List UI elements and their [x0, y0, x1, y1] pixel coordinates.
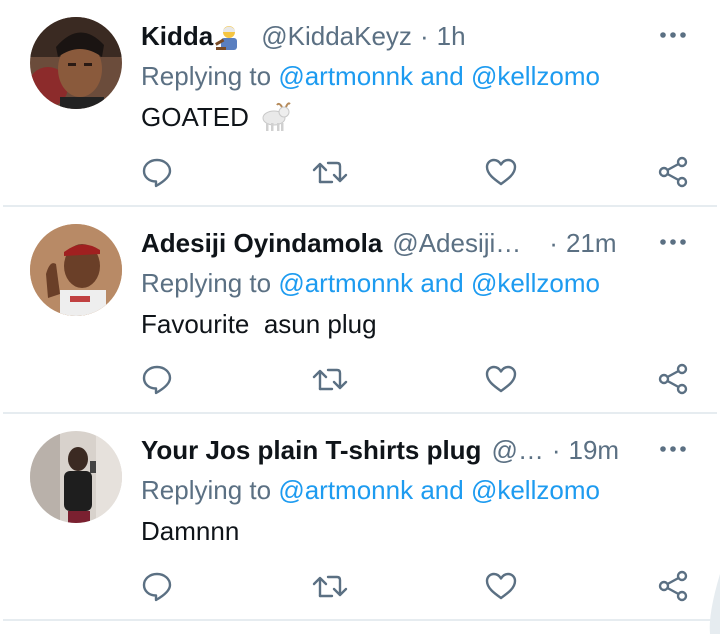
replying-to: Replying to @artmonnk and @kellzomo	[141, 58, 600, 94]
tweet[interactable]: Your Jos plain T-shirts plug @… · 19m Re…	[0, 414, 720, 621]
display-name[interactable]: Adesiji Oyindamola	[141, 223, 382, 263]
avatar[interactable]	[30, 224, 122, 316]
divider	[3, 619, 717, 621]
mention-conjunction: and	[420, 268, 464, 298]
mention-link[interactable]: @artmonnk	[278, 61, 413, 91]
display-name[interactable]: Kidda	[141, 16, 213, 56]
retweet-icon[interactable]	[310, 566, 350, 606]
reply-icon[interactable]	[137, 152, 177, 192]
share-icon[interactable]	[653, 566, 693, 606]
retweet-icon[interactable]	[310, 152, 350, 192]
mention-conjunction: and	[420, 475, 464, 505]
replies-feed: Kidda @KiddaKeyz · 1h Replying to @artmo…	[0, 0, 720, 621]
goat-emoji	[257, 102, 291, 132]
replying-prefix: Replying to	[141, 475, 272, 505]
replying-prefix: Replying to	[141, 268, 272, 298]
mention-link[interactable]: @kellzomo	[471, 61, 600, 91]
tweet-text: Favourite asun plug	[141, 309, 377, 339]
replying-to: Replying to @artmonnk and @kellzomo	[141, 265, 600, 301]
separator-dot: ·	[419, 21, 429, 51]
scrollbar-edge	[706, 574, 720, 634]
heart-icon[interactable]	[481, 566, 521, 606]
tweet-text-content: GOATED	[141, 102, 249, 132]
reply-icon[interactable]	[137, 359, 177, 399]
display-name[interactable]: Your Jos plain T-shirts plug	[141, 430, 481, 470]
tweet-actions	[0, 359, 720, 399]
reply-icon[interactable]	[137, 566, 177, 606]
tweet-header: Your Jos plain T-shirts plug @… · 19m	[141, 430, 690, 470]
tweet[interactable]: Kidda @KiddaKeyz · 1h Replying to @artmo…	[0, 0, 720, 207]
retweet-icon[interactable]	[310, 359, 350, 399]
replying-to: Replying to @artmonnk and @kellzomo	[141, 472, 600, 508]
replying-prefix: Replying to	[141, 61, 272, 91]
share-icon[interactable]	[653, 152, 693, 192]
more-dots-icon[interactable]	[658, 235, 688, 247]
more-dots-icon[interactable]	[658, 28, 688, 40]
mention-conjunction: and	[420, 61, 464, 91]
handle[interactable]: @…	[491, 430, 543, 470]
avatar[interactable]	[30, 17, 122, 109]
tweet-header: Kidda @KiddaKeyz · 1h	[141, 16, 690, 56]
avatar[interactable]	[30, 431, 122, 523]
timestamp[interactable]: 1h	[437, 16, 466, 56]
mention-link[interactable]: @kellzomo	[471, 268, 600, 298]
heart-icon[interactable]	[481, 152, 521, 192]
tweet[interactable]: Adesiji Oyindamola @Adesiji… · 21m Reply…	[0, 207, 720, 414]
handle[interactable]: @KiddaKeyz	[261, 16, 412, 56]
tweet-header: Adesiji Oyindamola @Adesiji… · 21m	[141, 223, 690, 263]
mention-link[interactable]: @kellzomo	[471, 475, 600, 505]
share-icon[interactable]	[653, 359, 693, 399]
mention-link[interactable]: @artmonnk	[278, 268, 413, 298]
mention-link[interactable]: @artmonnk	[278, 475, 413, 505]
timestamp[interactable]: 21m	[566, 223, 617, 263]
tweet-actions	[0, 152, 720, 192]
tweet-actions	[0, 566, 720, 606]
tweet-text: Damnnn	[141, 516, 240, 546]
timestamp[interactable]: 19m	[569, 430, 620, 470]
judge-emoji	[215, 22, 243, 50]
heart-icon[interactable]	[481, 359, 521, 399]
separator-dot: ·	[551, 435, 561, 465]
separator-dot: ·	[549, 228, 558, 258]
handle[interactable]: @Adesiji…	[392, 223, 521, 263]
tweet-text: GOATED	[141, 99, 291, 135]
more-dots-icon[interactable]	[658, 442, 688, 454]
